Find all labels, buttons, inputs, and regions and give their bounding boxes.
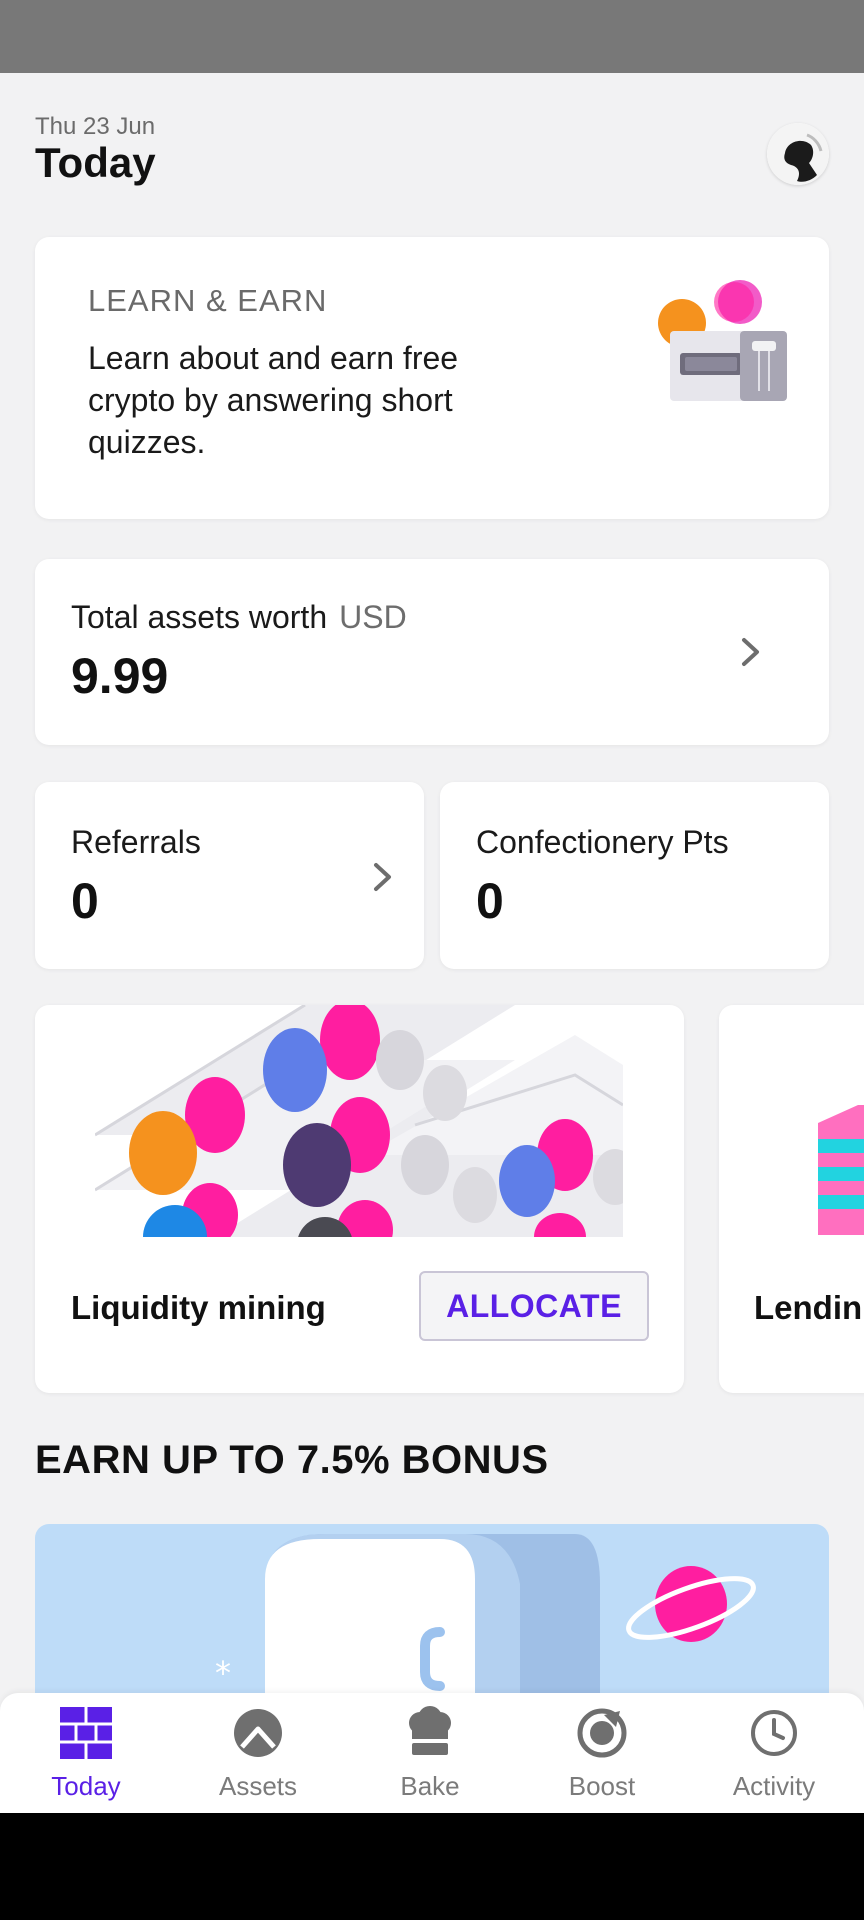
referrals-value: 0 xyxy=(71,873,99,929)
svg-text:*: * xyxy=(215,1654,231,1692)
system-navigation-bar xyxy=(0,1813,864,1920)
avatar-image-icon xyxy=(767,123,829,185)
atm-illustration-icon xyxy=(658,280,787,401)
nav-item-today[interactable]: Today xyxy=(0,1693,172,1813)
nav-item-assets[interactable]: Assets xyxy=(172,1693,344,1813)
lending-card[interactable]: Lendin xyxy=(719,1005,864,1393)
liquidity-mining-title: Liquidity mining xyxy=(71,1289,326,1326)
total-assets-label: Total assets worth USD xyxy=(71,599,407,636)
today-screen: Thu 23 Jun Today LEARN & EARN Learn abou… xyxy=(0,73,864,1813)
bonus-section-heading: EARN UP TO 7.5% BONUS xyxy=(35,1438,549,1482)
avatar[interactable] xyxy=(767,123,829,185)
currency-label: USD xyxy=(339,599,407,635)
nav-label-bake: Bake xyxy=(400,1771,460,1801)
nav-label-today: Today xyxy=(51,1771,121,1801)
bricks-icon xyxy=(60,1707,112,1759)
lending-title: Lendin xyxy=(754,1289,863,1326)
learn-earn-eyebrow: LEARN & EARN xyxy=(88,283,328,318)
chevron-right-icon xyxy=(742,638,759,666)
date-label: Thu 23 Jun xyxy=(35,113,156,140)
liquidity-mining-card[interactable]: Liquidity mining ALLOCATE xyxy=(35,1005,684,1393)
referrals-card[interactable]: Referrals 0 xyxy=(35,782,424,969)
referrals-label: Referrals xyxy=(71,824,201,860)
nav-label-activity: Activity xyxy=(732,1771,816,1801)
nav-item-bake[interactable]: Bake xyxy=(344,1693,516,1813)
status-bar xyxy=(0,0,864,73)
learn-earn-card[interactable]: LEARN & EARN Learn about and earn free c… xyxy=(35,237,829,519)
lending-illustration-icon xyxy=(818,1105,864,1235)
liquidity-tokens-illustration-icon xyxy=(95,1005,623,1237)
confectionery-pts-value: 0 xyxy=(476,873,504,929)
clock-icon xyxy=(751,1710,797,1756)
bottom-navigation: Today Assets Bake Boost Activity xyxy=(0,1693,864,1813)
total-assets-value: 9.99 xyxy=(71,648,169,704)
nav-label-boost: Boost xyxy=(568,1771,636,1801)
confectionery-pts-label: Confectionery Pts xyxy=(476,824,729,860)
total-assets-card[interactable]: Total assets worth USD 9.99 xyxy=(35,559,829,745)
page-title: Today xyxy=(35,139,156,186)
confectionery-pts-card[interactable]: Confectionery Pts 0 xyxy=(440,782,829,969)
nav-label-assets: Assets xyxy=(218,1771,298,1801)
nav-item-activity[interactable]: Activity xyxy=(688,1693,860,1813)
total-assets-text: Total assets worth xyxy=(71,599,328,635)
chevron-right-icon xyxy=(374,863,391,891)
chef-hat-icon xyxy=(409,1706,451,1755)
boost-icon xyxy=(577,1708,627,1758)
learn-earn-description: Learn about and earn free crypto by answ… xyxy=(88,340,459,460)
nav-item-boost[interactable]: Boost xyxy=(516,1693,688,1813)
allocate-button[interactable]: ALLOCATE xyxy=(419,1271,649,1341)
assets-icon xyxy=(234,1709,282,1757)
